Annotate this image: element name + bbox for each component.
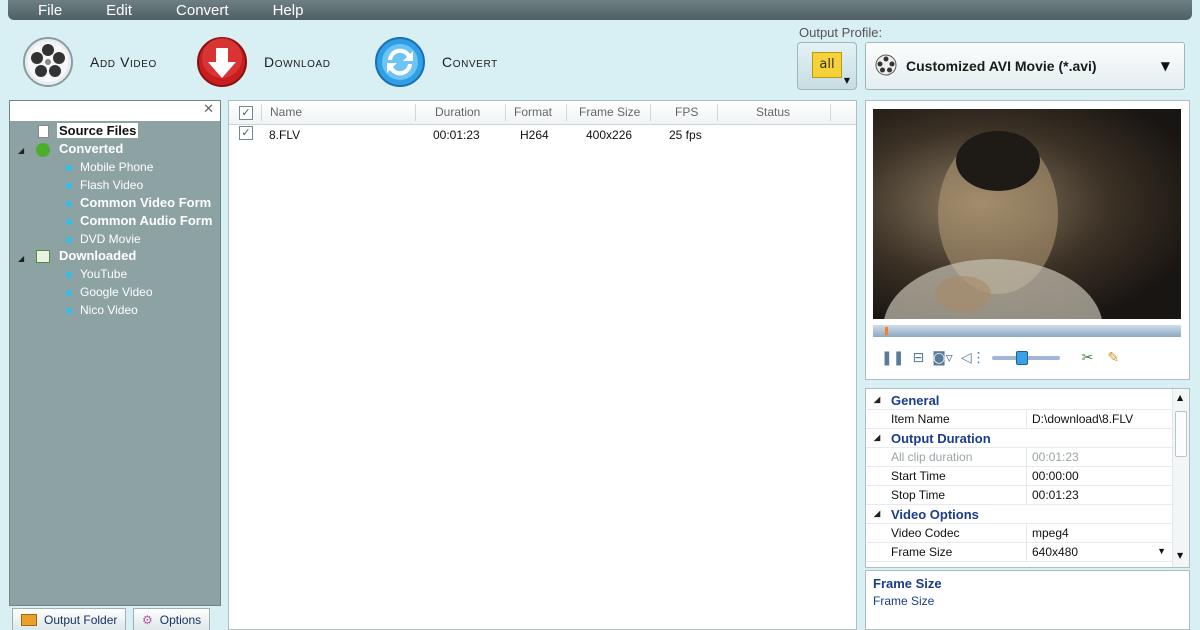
cell-frame-size: 400x226 [586, 128, 633, 142]
seek-position-marker[interactable] [885, 327, 889, 335]
prop-frame-size[interactable]: Frame Size 640x480 ▼ [866, 543, 1172, 562]
cell-format: H264 [520, 128, 549, 142]
tree-item-common-video[interactable]: Common Video Form [66, 195, 211, 210]
selected-profile: Customized AVI Movie (*.avi) [906, 58, 1097, 74]
pause-icon[interactable]: ❚❚ [881, 350, 904, 366]
close-icon[interactable]: ✕ [203, 102, 214, 117]
col-fps[interactable]: FPS [675, 105, 698, 119]
collapse-arrow-icon[interactable]: ◢ [18, 146, 24, 155]
video-preview[interactable] [873, 109, 1181, 399]
add-video-button[interactable]: Add Video [22, 34, 157, 90]
collapse-arrow-icon[interactable]: ◢ [18, 254, 24, 263]
cell-duration: 00:01:23 [433, 128, 480, 142]
group-output-duration[interactable]: ◢ Output Duration [866, 429, 1172, 448]
dropdown-arrow-icon: ▼ [843, 76, 850, 85]
property-description: Frame Size Frame Size [865, 570, 1190, 630]
converted-icon [36, 142, 50, 157]
scroll-down-icon[interactable]: ▼ [1177, 551, 1183, 560]
prop-video-codec[interactable]: Video Codec mpeg4 [866, 524, 1172, 543]
tree-item-common-audio[interactable]: Common Audio Form [66, 213, 212, 228]
tree-item-google-video[interactable]: Google Video [66, 285, 153, 299]
tree-source-files[interactable]: Source Files [38, 123, 139, 139]
tree-item-nico-video[interactable]: Nico Video [66, 303, 138, 317]
output-profile-select[interactable]: Customized AVI Movie (*.avi) ▼ [865, 42, 1185, 90]
col-duration[interactable]: Duration [435, 105, 480, 119]
profile-category-button[interactable]: all ▼ [797, 42, 857, 90]
cell-name: 8.FLV [269, 128, 301, 142]
group-video-options[interactable]: ◢ Video Options [866, 505, 1172, 524]
file-icon [38, 125, 49, 139]
convert-button[interactable]: Convert [374, 34, 498, 90]
row-checkbox[interactable]: ✓ [239, 126, 253, 140]
menu-convert[interactable]: Convert [176, 2, 229, 19]
menu-bar: File Edit Convert Help [8, 0, 1192, 20]
volume-thumb[interactable] [1016, 351, 1029, 365]
chevron-down-icon: ▼ [1160, 59, 1170, 73]
add-video-label: Add Video [90, 54, 157, 70]
prop-all-clip-duration: All clip duration 00:01:23 [866, 448, 1172, 467]
col-format[interactable]: Format [514, 105, 552, 119]
stop-icon[interactable]: ⊟ [912, 350, 924, 366]
col-status[interactable]: Status [756, 105, 790, 119]
tree-converted[interactable]: Converted [36, 141, 123, 157]
convert-label: Convert [442, 54, 498, 70]
tree-item-flash-video[interactable]: Flash Video [66, 178, 143, 192]
download-button[interactable]: Download [196, 34, 331, 90]
file-list: ✓ Name Duration Format Frame Size FPS St… [228, 100, 857, 630]
tree-item-mobile-phone[interactable]: Mobile Phone [66, 160, 153, 174]
prop-start-time[interactable]: Start Time 00:00:00 [866, 467, 1172, 486]
prop-item-name[interactable]: Item Name D:\download\8.FLV [866, 410, 1172, 429]
col-frame-size[interactable]: Frame Size [579, 105, 640, 119]
video-frame-image [883, 131, 1103, 399]
volume-slider[interactable] [991, 351, 1060, 365]
cell-fps: 25 fps [669, 128, 702, 142]
download-icon [196, 36, 248, 88]
description-text: Frame Size [873, 594, 935, 608]
scissors-icon[interactable]: ✂ [1082, 350, 1094, 366]
tree-header: ✕ [10, 101, 220, 121]
download-label: Download [264, 54, 331, 70]
col-name[interactable]: Name [270, 105, 302, 119]
properties-scrollbar[interactable]: ▲ ▼ [1172, 389, 1189, 567]
tree-item-youtube[interactable]: YouTube [66, 267, 127, 281]
film-reel-icon [22, 36, 74, 88]
snapshot-icon[interactable]: ◙▿ [932, 350, 953, 366]
magic-wand-icon[interactable]: ✎ [1107, 350, 1119, 366]
prop-stop-time[interactable]: Stop Time 00:01:23 [866, 486, 1172, 505]
tab-output-folder[interactable]: Output Folder [12, 608, 127, 630]
seek-bar[interactable] [873, 325, 1181, 337]
chevron-down-icon[interactable]: ▼ [1157, 546, 1166, 556]
volume-icon[interactable]: ◁⋮ [961, 350, 986, 366]
output-profile-label: Output Profile: [799, 25, 883, 40]
tree-downloaded[interactable]: Downloaded [36, 248, 136, 264]
app-window: File Edit Convert Help Add Video Downloa… [0, 0, 1200, 630]
folder-icon [21, 613, 37, 626]
scroll-thumb[interactable] [1175, 411, 1187, 457]
tab-options[interactable]: ⚙ Options [133, 608, 211, 630]
menu-file[interactable]: File [38, 2, 62, 19]
scroll-up-icon[interactable]: ▲ [1177, 393, 1183, 402]
menu-help[interactable]: Help [273, 2, 304, 19]
properties-grid: ◢ General Item Name D:\download\8.FLV ◢ Out… [865, 388, 1190, 568]
select-all-checkbox[interactable]: ✓ [239, 106, 253, 120]
convert-icon [374, 36, 426, 88]
menu-edit[interactable]: Edit [106, 2, 132, 19]
note-icon: all [812, 52, 842, 78]
gear-icon: ⚙ [142, 612, 153, 627]
group-general[interactable]: ◢ General [866, 391, 1172, 410]
description-title: Frame Size [873, 576, 942, 591]
player-controls: ❚❚ ⊟ ◙▿ ◁⋮ ✂ ✎ [873, 340, 1181, 376]
category-tree: ✕ [9, 100, 221, 606]
file-list-header: ✓ Name Duration Format Frame Size FPS St… [229, 101, 856, 125]
downloaded-icon [36, 250, 50, 264]
tree-item-dvd-movie[interactable]: DVD Movie [66, 232, 141, 246]
film-reel-icon [874, 53, 898, 80]
